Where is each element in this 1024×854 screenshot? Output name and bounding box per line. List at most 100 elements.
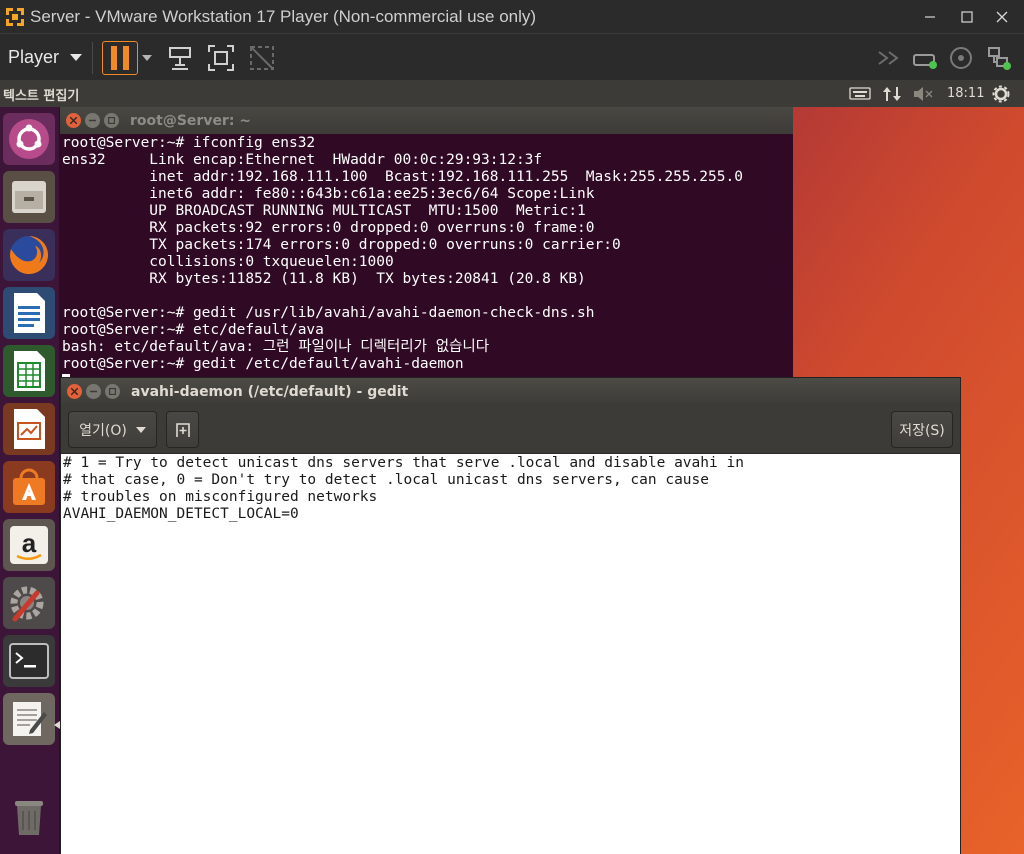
system-gear-icon[interactable] (992, 85, 1010, 103)
minimize-icon (925, 15, 935, 18)
launcher-text-editor[interactable] (3, 693, 55, 745)
launcher-terminal[interactable] (3, 635, 55, 687)
terminal-icon (9, 643, 49, 679)
gedit-close-button[interactable] (67, 384, 82, 399)
player-menu[interactable]: Player (0, 34, 83, 81)
gedit-text-area[interactable]: # 1 = Try to detect unicast dns servers … (61, 454, 960, 854)
terminal-maximize-button[interactable] (104, 113, 119, 128)
launcher-amazon[interactable]: a (3, 519, 55, 571)
terminal-line: bash: etc/default/ava: 그런 파일이나 디렉터리가 없습니… (62, 339, 490, 355)
text-editor-icon (13, 702, 47, 736)
close-icon (996, 11, 1008, 22)
save-button[interactable]: 저장(S) (891, 411, 953, 448)
hard-disk-button[interactable] (908, 41, 942, 75)
trash-icon (15, 801, 43, 835)
launcher-calc[interactable] (3, 345, 55, 397)
terminal-line: inet addr:192.168.111.100 Bcast:192.168.… (62, 169, 743, 185)
terminal-line: ens32 Link encap:Ethernet HWaddr 00:0c:2… (62, 152, 543, 168)
sound-muted-icon[interactable] (913, 87, 933, 101)
launcher-settings[interactable] (3, 577, 55, 629)
impress-icon (14, 409, 45, 449)
gedit-titlebar: avahi-daemon (/etc/default) - gedit (61, 378, 960, 405)
fullscreen-icon (208, 45, 234, 71)
terminal-line: root@Server:~# etc/default/ava (62, 322, 324, 338)
launcher-files[interactable] (3, 171, 55, 223)
pause-button[interactable] (102, 41, 138, 75)
gedit-window: avahi-daemon (/etc/default) - gedit 열기(O… (60, 377, 961, 854)
gedit-toolbar: 열기(O) 저장(S) (61, 405, 960, 454)
vmware-logo-icon (4, 5, 26, 28)
chevron-down-icon (135, 426, 146, 433)
minimize-icon (89, 119, 96, 122)
terminal-line: collisions:0 txqueuelen:1000 (62, 254, 394, 270)
terminal-minimize-button[interactable] (85, 113, 100, 128)
terminal-line: TX packets:174 errors:0 dropped:0 overru… (62, 237, 621, 253)
terminal-line: root@Server:~# ifconfig ens32 (62, 135, 316, 151)
panel-clock[interactable]: 18:11 (947, 86, 984, 101)
terminal-title: root@Server: ~ (130, 112, 252, 129)
terminal-window: root@Server: ~ root@Server:~# ifconfig e… (60, 107, 793, 377)
launcher-trash[interactable] (3, 791, 55, 843)
writer-icon (14, 293, 45, 333)
send-ctrl-alt-del-button[interactable] (163, 41, 197, 75)
launcher-impress[interactable] (3, 403, 55, 455)
new-document-icon (175, 422, 190, 437)
chevron-down-icon (70, 53, 83, 61)
maximize-button[interactable] (950, 0, 984, 33)
network-transfer-icon[interactable] (883, 85, 901, 103)
minimize-icon (90, 390, 97, 393)
pause-dropdown-button[interactable] (138, 41, 156, 75)
launcher-writer[interactable] (3, 287, 55, 339)
launcher-software[interactable] (3, 461, 55, 513)
minimize-button[interactable] (913, 0, 947, 33)
terminal-line: root@Server:~# gedit /etc/default/avahi-… (62, 356, 464, 372)
ctrl-alt-del-icon (169, 47, 191, 70)
panel-app-title: 텍스트 편집기 (3, 89, 80, 104)
network-icon (988, 47, 1011, 70)
new-tab-button[interactable] (166, 411, 199, 448)
keyboard-icon[interactable] (849, 87, 871, 100)
gedit-minimize-button[interactable] (86, 384, 101, 399)
launcher-firefox[interactable] (3, 229, 55, 281)
unity-launcher: a (0, 107, 60, 854)
terminal-output[interactable]: root@Server:~# ifconfig ens32 ens32 Link … (62, 135, 790, 377)
chevron-down-icon (142, 54, 152, 61)
ubuntu-top-panel: 텍스트 편집기 18:11 (0, 80, 1024, 107)
vmware-titlebar: Server - VMware Workstation 17 Player (N… (0, 0, 1024, 33)
unity-button[interactable] (245, 41, 279, 75)
terminal-line: root@Server:~# gedit /usr/lib/avahi/avah… (62, 305, 595, 321)
close-button[interactable] (985, 0, 1019, 33)
editor-line: # that case, 0 = Don't try to detect .lo… (63, 472, 710, 488)
terminal-line: RX bytes:11852 (11.8 KB) TX bytes:20841 … (62, 271, 586, 287)
forward-icon-button[interactable] (872, 41, 906, 75)
pause-icon (111, 46, 129, 70)
cd-icon (950, 47, 972, 69)
editor-line: # 1 = Try to detect unicast dns servers … (63, 455, 744, 471)
vmware-toolbar: Player (0, 33, 1024, 80)
maximize-icon (961, 10, 973, 23)
calc-icon (14, 351, 45, 391)
launcher-dash[interactable] (3, 113, 55, 165)
ubuntu-dash-icon (9, 119, 49, 159)
unity-disabled-icon (250, 46, 274, 70)
player-menu-label: Player (8, 47, 60, 67)
firefox-icon (10, 235, 49, 274)
cd-rom-button[interactable] (944, 41, 978, 75)
terminal-line: UP BROADCAST RUNNING MULTICAST MTU:1500 … (62, 203, 586, 219)
close-icon (71, 388, 78, 395)
open-button[interactable]: 열기(O) (68, 411, 157, 448)
fullscreen-button[interactable] (204, 41, 238, 75)
amazon-icon: a (10, 526, 48, 564)
gedit-maximize-button[interactable] (105, 384, 120, 399)
hard-disk-icon (913, 54, 937, 69)
terminal-close-button[interactable] (66, 113, 81, 128)
toolbar-divider (92, 42, 93, 74)
network-adapter-button[interactable] (982, 41, 1016, 75)
close-icon (70, 117, 77, 124)
editor-line: # troubles on misconfigured networks (63, 489, 378, 505)
maximize-icon (108, 117, 115, 124)
save-button-label: 저장(S) (899, 422, 945, 439)
system-settings-icon (10, 586, 44, 622)
terminal-line: inet6 addr: fe80::643b:c61a:ee25:3ec6/64… (62, 186, 595, 202)
